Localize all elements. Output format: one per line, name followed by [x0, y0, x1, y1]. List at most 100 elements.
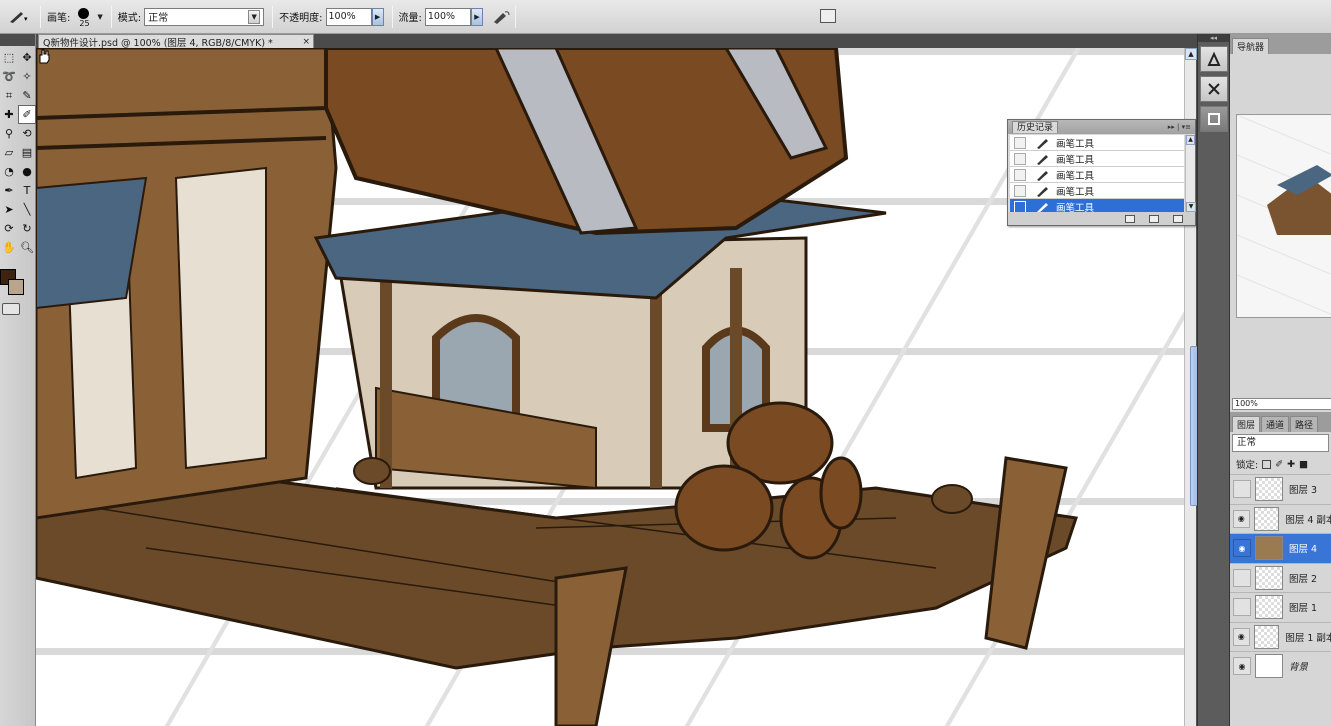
eyedropper-tool-icon[interactable]: ✎: [18, 86, 36, 105]
healing-brush-tool-icon[interactable]: ✚: [0, 105, 18, 124]
flow-field[interactable]: 100%: [424, 7, 471, 26]
navigator-preview[interactable]: [1236, 114, 1331, 318]
panel-menu-icon[interactable]: ▸▸ | ▾≡: [1168, 123, 1191, 131]
brush-panel-toggle[interactable]: [820, 9, 836, 23]
blur-tool-icon[interactable]: ◔: [0, 162, 18, 181]
visibility-toggle-off[interactable]: [1233, 598, 1251, 617]
background-color-swatch[interactable]: [8, 279, 24, 295]
eye-icon[interactable]: ◉: [1233, 657, 1251, 676]
new-snapshot-icon[interactable]: [1149, 214, 1159, 223]
move-tool-icon[interactable]: ✥: [18, 48, 36, 67]
scroll-up-icon[interactable]: ▲: [1185, 48, 1197, 60]
type-tool-icon[interactable]: T: [18, 181, 36, 200]
visibility-toggle-off[interactable]: [1233, 480, 1251, 499]
clay-pot: [353, 457, 391, 485]
small-barrel: [819, 456, 863, 530]
eye-icon[interactable]: ◉: [1233, 627, 1250, 646]
magic-wand-tool-icon[interactable]: ✧: [18, 67, 36, 86]
airbrush-toggle[interactable]: [489, 7, 513, 27]
scroll-down-icon[interactable]: ▼: [1186, 202, 1196, 212]
layer-thumbnail: [1253, 506, 1280, 531]
tab-paths[interactable]: 路径: [1290, 416, 1319, 432]
history-source-checkbox[interactable]: [1014, 200, 1026, 212]
layer-thumbnail: [1255, 565, 1283, 590]
clone-stamp-tool-icon[interactable]: ⚲: [0, 124, 18, 143]
eraser-tool-icon[interactable]: ▱: [0, 143, 18, 162]
navigator-zoom-field[interactable]: 100%: [1232, 398, 1331, 410]
lasso-tool-icon[interactable]: ➰: [0, 67, 18, 86]
document-tab[interactable]: Q新物件设计.psd @ 100% (图层 4, RGB/8/CMYK) * ×: [38, 34, 314, 49]
lock-all-icon[interactable]: ■: [1299, 459, 1308, 470]
history-item[interactable]: 画笔工具: [1010, 135, 1184, 151]
lock-position-icon[interactable]: ✚: [1287, 459, 1295, 470]
tool-presets-icon: [1208, 83, 1220, 95]
history-source-checkbox[interactable]: [1014, 136, 1026, 149]
line-tool-icon[interactable]: ╲: [18, 200, 36, 219]
blend-mode-select[interactable]: 正常: [1232, 434, 1329, 452]
gradient-tool-icon[interactable]: ▤: [18, 143, 36, 162]
layer-name: 图层 2: [1289, 573, 1318, 585]
hand-tool-icon[interactable]: ✋: [0, 238, 18, 257]
marquee-tool-icon[interactable]: ⬚: [0, 48, 18, 67]
new-document-from-state-icon[interactable]: [1125, 214, 1135, 223]
brush-picker[interactable]: 25: [73, 6, 95, 28]
history-item[interactable]: 画笔工具: [1010, 183, 1184, 199]
brush-tool-icon[interactable]: ✐: [18, 105, 36, 124]
scroll-up-icon[interactable]: ▲: [1186, 135, 1195, 145]
3d-orbit-tool-icon[interactable]: ↻: [18, 219, 36, 238]
quick-mask-button[interactable]: [2, 303, 20, 315]
tool-preset-picker[interactable]: ▾: [4, 7, 32, 27]
history-tab[interactable]: 历史记录: [1012, 121, 1059, 133]
navigator-tab[interactable]: 导航器: [1232, 38, 1270, 54]
history-item[interactable]: 画笔工具: [1010, 167, 1184, 183]
path-selection-tool-icon[interactable]: ➤: [0, 200, 18, 219]
history-source-checkbox[interactable]: [1014, 168, 1026, 181]
visibility-toggle-off[interactable]: [1233, 568, 1251, 587]
layer-row[interactable]: 图层 1: [1230, 592, 1331, 622]
trash-icon[interactable]: [1173, 214, 1183, 223]
lock-image-icon[interactable]: ✐: [1275, 459, 1283, 470]
close-icon[interactable]: ×: [302, 37, 310, 47]
eye-icon[interactable]: ◉: [1233, 509, 1250, 528]
layer-thumbnail: [1255, 477, 1283, 502]
history-panel-header[interactable]: 历史记录 ▸▸ | ▾≡: [1008, 120, 1195, 134]
mode-select[interactable]: 正常 ▼: [144, 7, 265, 26]
zoom-tool-icon[interactable]: 🔍︎: [18, 238, 36, 257]
separator: [514, 5, 516, 28]
3d-rotate-tool-icon[interactable]: ⟳: [0, 219, 18, 238]
history-source-checkbox[interactable]: [1014, 152, 1026, 165]
history-source-checkbox[interactable]: [1014, 184, 1026, 197]
tab-layers[interactable]: 图层: [1232, 416, 1261, 432]
history-item-current[interactable]: 画笔工具: [1010, 199, 1184, 212]
layer-row[interactable]: 图层 3: [1230, 474, 1331, 504]
pen-tool-icon[interactable]: ✒: [0, 181, 18, 200]
history-item[interactable]: 画笔工具: [1010, 151, 1184, 167]
chevron-down-icon[interactable]: ▼: [97, 13, 102, 21]
lock-transparency-icon[interactable]: [1262, 459, 1272, 469]
dock-history-button[interactable]: [1200, 106, 1228, 132]
flow-slider-button[interactable]: ▶: [470, 7, 483, 26]
dock-collapse-icon[interactable]: ◂◂: [1198, 34, 1229, 42]
dock-brush-presets-button[interactable]: [1200, 46, 1228, 72]
layer-row[interactable]: 图层 2: [1230, 562, 1331, 593]
layer-thumbnail: [1253, 624, 1280, 649]
history-icon: [1208, 113, 1220, 125]
layer-row[interactable]: ◉ 背景: [1230, 651, 1331, 681]
opacity-slider-button[interactable]: ▶: [371, 7, 384, 26]
crop-tool-icon[interactable]: ⌗: [0, 86, 18, 105]
history-scrollbar[interactable]: ▲ ▼: [1185, 135, 1196, 212]
opacity-field[interactable]: 100%: [325, 7, 372, 26]
brush-icon: [1034, 169, 1052, 181]
clay-pot: [931, 484, 973, 514]
layer-row[interactable]: ◉ 图层 1 副本: [1230, 621, 1331, 652]
history-brush-tool-icon[interactable]: ⟲: [18, 124, 36, 143]
dock-tool-presets-button[interactable]: [1200, 76, 1228, 102]
toolbox-grip[interactable]: [0, 34, 35, 46]
eye-icon[interactable]: ◉: [1233, 539, 1251, 558]
dodge-tool-icon[interactable]: ●: [18, 162, 36, 181]
lock-label: 锁定:: [1236, 460, 1259, 471]
history-item-label: 画笔工具: [1056, 170, 1095, 182]
tab-channels[interactable]: 通道: [1261, 416, 1290, 432]
layer-row-selected[interactable]: ◉ 图层 4: [1230, 533, 1331, 563]
layer-row[interactable]: ◉ 图层 4 副本: [1230, 503, 1331, 534]
